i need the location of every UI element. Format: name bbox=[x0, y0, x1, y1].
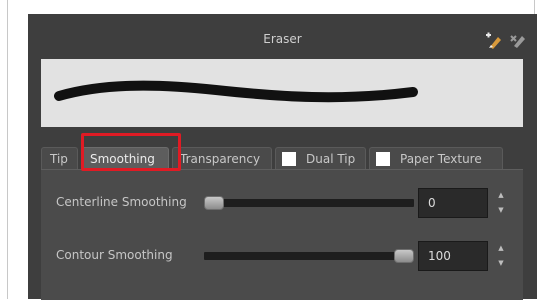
centerline-smoothing-handle[interactable] bbox=[204, 196, 224, 210]
centerline-smoothing-slider[interactable] bbox=[204, 196, 414, 210]
centerline-smoothing-label: Centerline Smoothing bbox=[56, 195, 187, 209]
tab-dual-tip[interactable]: Dual Tip bbox=[275, 147, 366, 169]
tab-transparency[interactable]: Transparency bbox=[172, 147, 272, 169]
stroke-preview bbox=[41, 59, 523, 127]
spin-down-icon[interactable]: ▼ bbox=[495, 256, 507, 271]
tab-paper-texture-label: Paper Texture bbox=[400, 152, 482, 166]
contour-smoothing-slider[interactable] bbox=[204, 249, 414, 263]
screenshot-frame: Eraser Tip Smoothing Transparency Dual T… bbox=[7, 0, 537, 300]
contour-smoothing-label: Contour Smoothing bbox=[56, 248, 173, 262]
spin-down-icon[interactable]: ▼ bbox=[495, 203, 507, 218]
contour-smoothing-handle[interactable] bbox=[394, 249, 414, 263]
centerline-smoothing-spinner[interactable]: ▲ ▼ bbox=[495, 188, 507, 218]
tab-paper-texture[interactable]: Paper Texture bbox=[369, 147, 503, 169]
spin-up-icon[interactable]: ▲ bbox=[495, 188, 507, 203]
tab-dual-tip-label: Dual Tip bbox=[306, 152, 356, 166]
create-preset-icon[interactable] bbox=[483, 32, 503, 50]
delete-preset-icon[interactable] bbox=[509, 32, 529, 50]
paper-texture-checkbox[interactable] bbox=[376, 152, 390, 166]
tool-properties-panel: Eraser Tip Smoothing Transparency Dual T… bbox=[28, 14, 537, 300]
contour-smoothing-spinner[interactable]: ▲ ▼ bbox=[495, 241, 507, 271]
tab-tip[interactable]: Tip bbox=[41, 147, 78, 169]
spin-up-icon[interactable]: ▲ bbox=[495, 241, 507, 256]
stroke-preview-line bbox=[54, 80, 418, 103]
panel-title: Eraser bbox=[263, 32, 302, 46]
smoothing-tab-content: Centerline Smoothing 0 ▲ ▼ Contour Smoot… bbox=[41, 169, 523, 300]
smoothing-tab-highlight bbox=[81, 133, 181, 171]
tab-tip-label: Tip bbox=[50, 152, 68, 166]
centerline-smoothing-field[interactable]: 0 bbox=[418, 188, 488, 218]
tab-transparency-label: Transparency bbox=[180, 152, 261, 166]
contour-smoothing-field[interactable]: 100 bbox=[418, 241, 488, 271]
dual-tip-checkbox[interactable] bbox=[282, 152, 296, 166]
